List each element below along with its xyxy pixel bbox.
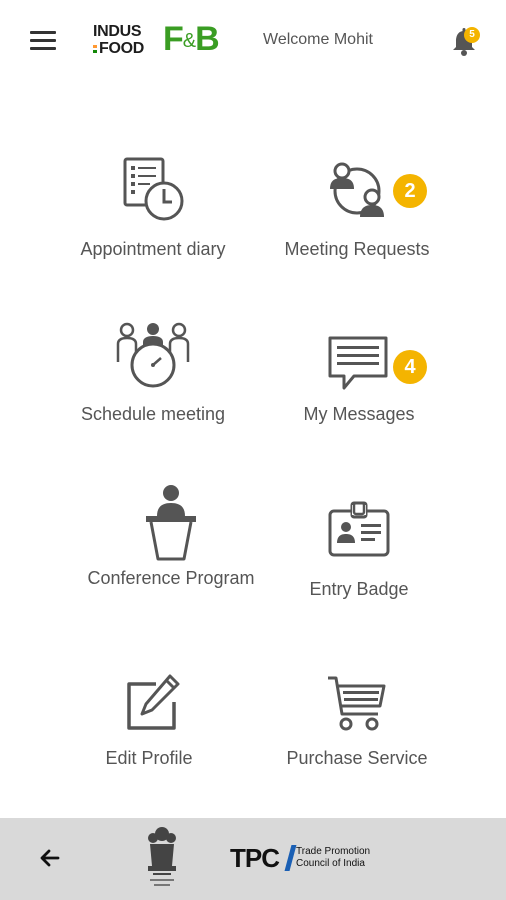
meeting-requests-label: Meeting Requests: [284, 239, 430, 259]
appointment-diary-label: Appointment diary: [80, 239, 226, 259]
hamburger-menu-button[interactable]: [30, 31, 56, 51]
conference-program-label: Conference Program: [87, 568, 255, 588]
edit-pencil-icon: [127, 674, 180, 730]
shopping-cart-icon: [328, 676, 386, 731]
schedule-meeting-icon: [116, 322, 190, 388]
meeting-requests-icon: [330, 162, 384, 217]
my-messages-tile[interactable]: My Messages: [259, 320, 459, 425]
my-messages-badge: 4: [393, 350, 427, 384]
edit-profile-label: Edit Profile: [105, 748, 193, 768]
indus-food-logo: INDUS FOOD F&B: [93, 20, 220, 58]
footer-bar: TPC Trade Promotion Council of India: [0, 818, 506, 900]
purchase-service-label: Purchase Service: [286, 748, 428, 768]
schedule-meeting-label: Schedule meeting: [80, 404, 226, 424]
welcome-text: Welcome Mohit: [263, 31, 373, 48]
podium-speaker-icon: [146, 485, 196, 561]
meeting-requests-tile[interactable]: Meeting Requests: [257, 155, 457, 260]
purchase-service-tile[interactable]: Purchase Service: [257, 672, 457, 769]
id-badge-icon: [328, 501, 390, 557]
arrow-left-icon: [40, 849, 60, 867]
message-icon: [328, 336, 388, 390]
entry-badge-label: Entry Badge: [309, 579, 409, 599]
edit-profile-tile[interactable]: Edit Profile: [49, 672, 249, 769]
app-header: INDUS FOOD F&B Welcome Mohit 5: [0, 0, 506, 82]
national-emblem-icon: [148, 827, 176, 886]
my-messages-label: My Messages: [303, 404, 415, 424]
appointment-diary-tile[interactable]: Appointment diary: [53, 155, 253, 260]
meeting-requests-badge: 2: [393, 174, 427, 208]
conference-program-tile[interactable]: Conference Program: [71, 484, 271, 589]
back-button[interactable]: [38, 846, 62, 870]
appointment-diary-icon: [123, 157, 184, 221]
notification-count-badge: 5: [464, 27, 480, 43]
schedule-meeting-tile[interactable]: Schedule meeting: [53, 320, 253, 425]
entry-badge-tile[interactable]: Entry Badge: [259, 495, 459, 600]
